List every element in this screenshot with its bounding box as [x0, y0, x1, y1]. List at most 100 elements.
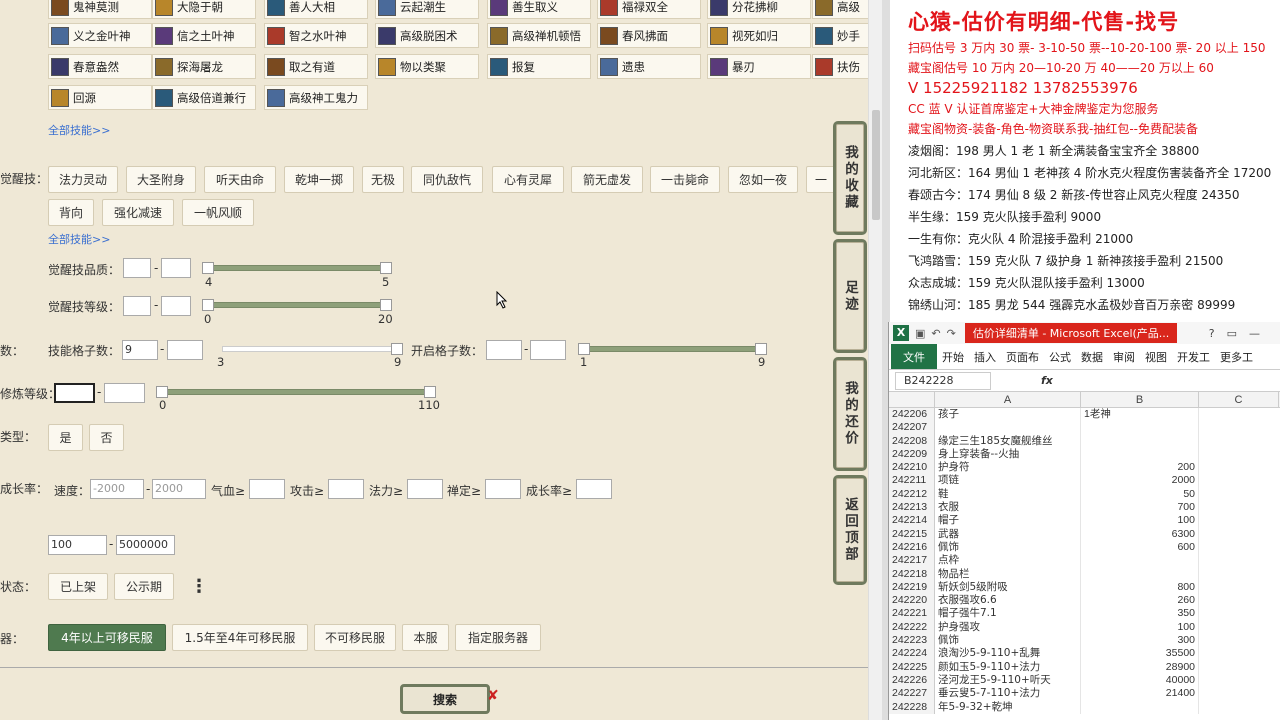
- cell-a[interactable]: 垂云叟5-7-110+法力: [935, 687, 1081, 701]
- row-number[interactable]: 242224: [889, 647, 935, 661]
- awaken-skill-button[interactable]: 听天由命: [204, 166, 276, 193]
- awaken-level-slider[interactable]: [206, 302, 390, 308]
- cell-c[interactable]: [1199, 687, 1279, 700]
- cell-b[interactable]: 700: [1081, 501, 1199, 515]
- type-no-button[interactable]: 否: [89, 424, 124, 451]
- cell-c[interactable]: [1199, 448, 1279, 461]
- cell-a[interactable]: 斩妖剑5级附吸: [935, 580, 1081, 595]
- skill-item[interactable]: 善生取义: [487, 0, 591, 19]
- awaken-skill-button[interactable]: 一: [806, 166, 836, 193]
- ribbon-tab[interactable]: 页面布: [1001, 344, 1044, 369]
- hp-input[interactable]: [249, 479, 285, 499]
- ribbon-tab[interactable]: 插入: [969, 344, 1001, 369]
- cell-c[interactable]: [1199, 607, 1279, 620]
- scrollbar-thumb[interactable]: [872, 110, 880, 220]
- status-on-shelf-button[interactable]: 已上架: [48, 573, 108, 600]
- awaken-skill-button[interactable]: 箭无虚发: [571, 166, 643, 193]
- all-skills-link[interactable]: 全部技能>>: [48, 122, 110, 138]
- row-number[interactable]: 242209: [889, 447, 935, 462]
- redo-icon[interactable]: ↷: [947, 327, 956, 340]
- skill-item[interactable]: 高级: [812, 0, 868, 19]
- cultivation-max-input[interactable]: [104, 383, 145, 403]
- awaken-skill-button[interactable]: 强化减速: [102, 199, 174, 226]
- cell-a[interactable]: 孩子: [935, 408, 1081, 422]
- slider-handle-min[interactable]: [578, 343, 590, 355]
- undo-icon[interactable]: ↶: [931, 327, 940, 340]
- rate-input[interactable]: [576, 479, 612, 499]
- cell-c[interactable]: [1199, 488, 1279, 501]
- cell-c[interactable]: [1199, 568, 1279, 581]
- row-number[interactable]: 242225: [889, 660, 935, 674]
- server-option-button[interactable]: 指定服务器: [455, 624, 541, 651]
- row-number[interactable]: 242217: [889, 554, 935, 568]
- cell-b[interactable]: [1081, 447, 1199, 462]
- slider-handle-max[interactable]: [424, 386, 436, 398]
- slider-handle-min[interactable]: [202, 262, 214, 274]
- cell-b[interactable]: 21400: [1081, 687, 1199, 701]
- cell-b[interactable]: 40000: [1081, 673, 1199, 688]
- slider-handle-min[interactable]: [202, 299, 214, 311]
- skill-item[interactable]: 春风拂面: [597, 23, 701, 48]
- cell-b[interactable]: 100: [1081, 620, 1199, 635]
- awaken-skill-button[interactable]: 一击毙命: [650, 166, 720, 193]
- skill-item[interactable]: 高级脱困术: [375, 23, 479, 48]
- fx-icon[interactable]: fx: [1041, 374, 1053, 387]
- cell-b[interactable]: 260: [1081, 594, 1199, 608]
- server-option-button[interactable]: 本服: [402, 624, 449, 651]
- row-number[interactable]: 242220: [889, 594, 935, 608]
- skill-item[interactable]: 善人大相: [264, 0, 368, 19]
- cell-a[interactable]: 武器: [935, 527, 1081, 541]
- cell-b[interactable]: [1081, 700, 1199, 714]
- col-header-a[interactable]: A: [935, 392, 1081, 407]
- ribbon-tab[interactable]: 视图: [1140, 344, 1172, 369]
- awaken-quality-min-input[interactable]: [123, 258, 151, 278]
- skill-item[interactable]: 妙手: [812, 23, 868, 48]
- row-number[interactable]: 242207: [889, 421, 935, 435]
- def-input[interactable]: [485, 479, 521, 499]
- footprint-button[interactable]: 足迹: [833, 239, 867, 353]
- cell-c[interactable]: [1199, 634, 1279, 647]
- cell-b[interactable]: 800: [1081, 580, 1199, 595]
- cell-a[interactable]: 佩饰: [935, 634, 1081, 648]
- slider-handle[interactable]: [391, 343, 403, 355]
- row-number[interactable]: 242227: [889, 687, 935, 701]
- cell-b[interactable]: 28900: [1081, 660, 1199, 674]
- row-number[interactable]: 242210: [889, 461, 935, 475]
- cell-a[interactable]: 衣服强攻6.6: [935, 594, 1081, 608]
- cell-c[interactable]: [1199, 541, 1279, 554]
- skill-item[interactable]: 高级倍道兼行: [152, 85, 256, 110]
- cell-c[interactable]: [1199, 554, 1279, 567]
- ribbon-tab[interactable]: 开发工: [1172, 344, 1215, 369]
- cell-b[interactable]: 35500: [1081, 647, 1199, 661]
- awaken-quality-max-input[interactable]: [161, 258, 191, 278]
- skill-item[interactable]: 云起潮生: [375, 0, 479, 19]
- cell-b[interactable]: 2000: [1081, 474, 1199, 488]
- cell-a[interactable]: 身上穿装备--火抽: [935, 447, 1081, 462]
- awaken-skill-button[interactable]: 心有灵犀: [492, 166, 564, 193]
- awaken-skill-button[interactable]: 无极: [362, 166, 404, 193]
- cell-c[interactable]: [1199, 435, 1279, 448]
- skill-item[interactable]: 视死如归: [707, 23, 811, 48]
- slider-handle-max[interactable]: [380, 262, 392, 274]
- cell-c[interactable]: [1199, 594, 1279, 607]
- cell-b[interactable]: 50: [1081, 487, 1199, 502]
- row-number[interactable]: 242211: [889, 474, 935, 488]
- skill-slots-slider[interactable]: [222, 346, 400, 352]
- price-max-input[interactable]: 5000000: [116, 535, 175, 555]
- ribbon-tab[interactable]: 公式: [1044, 344, 1076, 369]
- ribbon-tab[interactable]: 开始: [937, 344, 969, 369]
- skill-item[interactable]: 物以类聚: [375, 54, 479, 79]
- cell-c[interactable]: [1199, 528, 1279, 541]
- cell-a[interactable]: 帽子强牛7.1: [935, 607, 1081, 621]
- cultivation-min-input[interactable]: [54, 383, 95, 403]
- cell-c[interactable]: [1199, 474, 1279, 487]
- awaken-skill-button[interactable]: 背向: [48, 199, 94, 226]
- slider-handle-max[interactable]: [755, 343, 767, 355]
- close-icon[interactable]: ✘: [487, 688, 499, 704]
- row-number[interactable]: 242226: [889, 673, 935, 688]
- skill-item[interactable]: 福禄双全: [597, 0, 701, 19]
- cell-c[interactable]: [1199, 701, 1279, 714]
- save-icon[interactable]: ▣: [915, 327, 925, 340]
- cell-c[interactable]: [1199, 674, 1279, 687]
- skill-item[interactable]: 春意盎然: [48, 54, 152, 79]
